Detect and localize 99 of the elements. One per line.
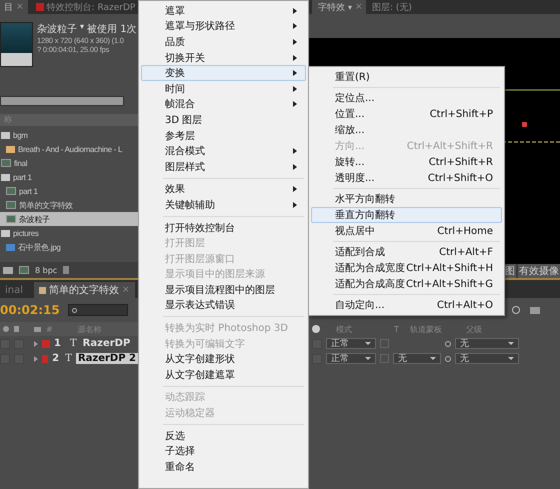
menu-item[interactable]: 适配到合成 Ctrl+Alt+F bbox=[311, 244, 502, 260]
submenu-arrow-icon bbox=[293, 70, 297, 76]
layer-name[interactable]: RazerDP 2 bbox=[76, 353, 138, 364]
project-item[interactable]: 简单的文字特效 bbox=[0, 198, 138, 212]
menu-item[interactable]: 适配为合成宽度Ctrl+Alt+Shift+H bbox=[311, 260, 502, 276]
menu-item[interactable]: 重命名 bbox=[141, 459, 306, 475]
eye-icon bbox=[3, 326, 9, 332]
submenu-arrow-icon bbox=[293, 8, 297, 14]
menu-item[interactable]: 帧混合 bbox=[141, 96, 306, 112]
mode-dropdown[interactable]: 正常 bbox=[326, 338, 376, 349]
preserve-transparency-checkbox[interactable] bbox=[380, 339, 389, 348]
menu-item[interactable]: 品质 bbox=[141, 34, 306, 50]
folder-icon bbox=[1, 230, 10, 236]
viewer-tab[interactable]: 图层: (无) bbox=[366, 0, 418, 14]
parent-dropdown[interactable]: 无 bbox=[455, 338, 519, 349]
adjustment-icon bbox=[312, 325, 320, 333]
view-button[interactable]: 有效摄像 bbox=[518, 264, 560, 278]
view-button[interactable]: 图 bbox=[504, 264, 516, 278]
menu-item[interactable]: 关键帧辅助 bbox=[141, 197, 306, 213]
submenu-arrow-icon bbox=[293, 38, 297, 45]
bit-depth-label[interactable]: 8 bpc bbox=[35, 266, 58, 274]
menu-item[interactable]: 参考层 bbox=[141, 128, 306, 144]
submenu-arrow-icon bbox=[293, 23, 297, 30]
project-item[interactable]: part 1 bbox=[0, 170, 138, 184]
menu-item[interactable]: 图层样式 bbox=[141, 158, 306, 175]
project-item[interactable]: bgm bbox=[0, 128, 138, 142]
project-item[interactable]: 杂波粒子 bbox=[0, 212, 138, 226]
composition-icon[interactable] bbox=[19, 266, 29, 274]
menu-item[interactable]: 子选择 bbox=[141, 443, 306, 460]
submenu-arrow-icon bbox=[293, 202, 297, 208]
search-field[interactable] bbox=[0, 96, 124, 106]
menu-item[interactable]: 透明度... Ctrl+Shift+O bbox=[311, 170, 502, 186]
pick-whip-icon[interactable] bbox=[445, 340, 451, 346]
expand-arrow-icon[interactable] bbox=[34, 356, 38, 362]
project-item[interactable]: part 1 bbox=[0, 184, 138, 198]
usage-label: 被使用 1次 bbox=[87, 22, 137, 36]
layer-number: 1 bbox=[54, 338, 62, 349]
menu-item[interactable]: 从文字创建遮罩 bbox=[141, 367, 306, 383]
caret-icon[interactable]: ▾ bbox=[80, 22, 84, 36]
text-layer-icon: T bbox=[70, 338, 77, 349]
menu-item[interactable]: 自动定向... Ctrl+Alt+O bbox=[311, 297, 502, 313]
expand-arrow-icon[interactable] bbox=[34, 340, 38, 346]
panel-tab[interactable]: 特效控制台: RazerDP bbox=[32, 0, 140, 14]
timecode[interactable]: 00:02:15 bbox=[0, 303, 60, 317]
folder-icon bbox=[1, 174, 10, 180]
menu-item[interactable]: 变换 bbox=[141, 65, 306, 81]
menu-item[interactable]: 3D 图层 bbox=[141, 112, 306, 128]
submenu-arrow-icon bbox=[293, 101, 297, 108]
pick-whip-icon[interactable] bbox=[445, 356, 451, 362]
menu-item[interactable]: 缩放... bbox=[311, 122, 502, 138]
folder-icon bbox=[1, 132, 10, 138]
layer-name[interactable]: RazerDP bbox=[80, 338, 132, 349]
menu-item[interactable]: 位置... Ctrl+Shift+P bbox=[311, 106, 502, 122]
submenu-arrow-icon bbox=[293, 186, 297, 192]
project-item[interactable]: Breath - And - Audiomachine - L bbox=[0, 142, 138, 156]
parent-dropdown[interactable]: 无 bbox=[455, 353, 519, 364]
menu-item[interactable]: 时间 bbox=[141, 80, 306, 97]
menu-item[interactable]: 显示表达式错误 bbox=[141, 298, 306, 314]
layer-number: 2 bbox=[52, 353, 60, 364]
track-matte-dropdown[interactable]: 无 bbox=[393, 353, 441, 364]
label-swatch[interactable] bbox=[42, 340, 50, 348]
menu-item[interactable]: 旋转... Ctrl+Shift+R bbox=[311, 154, 502, 170]
preserve-transparency-checkbox[interactable] bbox=[380, 354, 389, 363]
image-file-icon bbox=[6, 244, 15, 250]
folder-icon[interactable] bbox=[3, 266, 13, 274]
menu-item[interactable]: 从文字创建形状 bbox=[141, 351, 306, 368]
menu-item[interactable]: 垂直方向翻转 bbox=[311, 207, 502, 223]
mode-dropdown[interactable]: 正常 bbox=[326, 353, 376, 364]
viewer-tab[interactable]: 字特效 ▾ × bbox=[312, 0, 366, 14]
menu-item[interactable]: 遮罩 bbox=[141, 3, 306, 19]
submenu-arrow-icon bbox=[293, 54, 297, 61]
submenu-arrow-icon bbox=[293, 148, 297, 154]
panel-tab[interactable]: 目 × bbox=[0, 0, 28, 14]
text-layer-icon: T bbox=[65, 353, 72, 364]
menu-item[interactable]: 切换开关 bbox=[141, 50, 306, 66]
search-icon bbox=[72, 308, 77, 312]
menu-item[interactable]: 重置(R) bbox=[311, 69, 502, 85]
menu-item[interactable]: 定位点... bbox=[311, 90, 502, 106]
item-name: 杂波粒子 bbox=[37, 22, 77, 36]
submenu-arrow-icon bbox=[293, 164, 297, 170]
project-item[interactable]: final bbox=[0, 156, 138, 170]
project-item[interactable]: pictures bbox=[0, 226, 138, 240]
label-swatch[interactable] bbox=[42, 354, 48, 362]
search-field[interactable] bbox=[68, 304, 128, 316]
menu-item[interactable]: 适配为合成高度Ctrl+Alt+Shift+G bbox=[311, 276, 502, 292]
effect-icon bbox=[36, 3, 44, 11]
audio-file-icon bbox=[6, 146, 15, 152]
composition-icon bbox=[1, 159, 11, 167]
menu-item[interactable]: 遮罩与形状路径 bbox=[141, 18, 306, 34]
menu-item[interactable]: 视点居中 Ctrl+Home bbox=[311, 223, 502, 239]
menu-item[interactable]: 混合模式 bbox=[141, 143, 306, 159]
menu-item[interactable]: 反选 bbox=[141, 428, 306, 444]
project-item[interactable]: 石中景色.jpg bbox=[0, 240, 138, 254]
menu-item[interactable]: 效果 bbox=[141, 182, 306, 198]
menu-item[interactable]: 水平方向翻转 bbox=[311, 191, 502, 207]
composition-tab[interactable]: 简单的文字特效 × bbox=[34, 282, 135, 298]
submenu-arrow-icon bbox=[293, 86, 297, 92]
menu-item[interactable]: 打开特效控制台 bbox=[141, 220, 306, 236]
menu-item[interactable]: 显示项目流程图中的图层 bbox=[141, 282, 306, 298]
